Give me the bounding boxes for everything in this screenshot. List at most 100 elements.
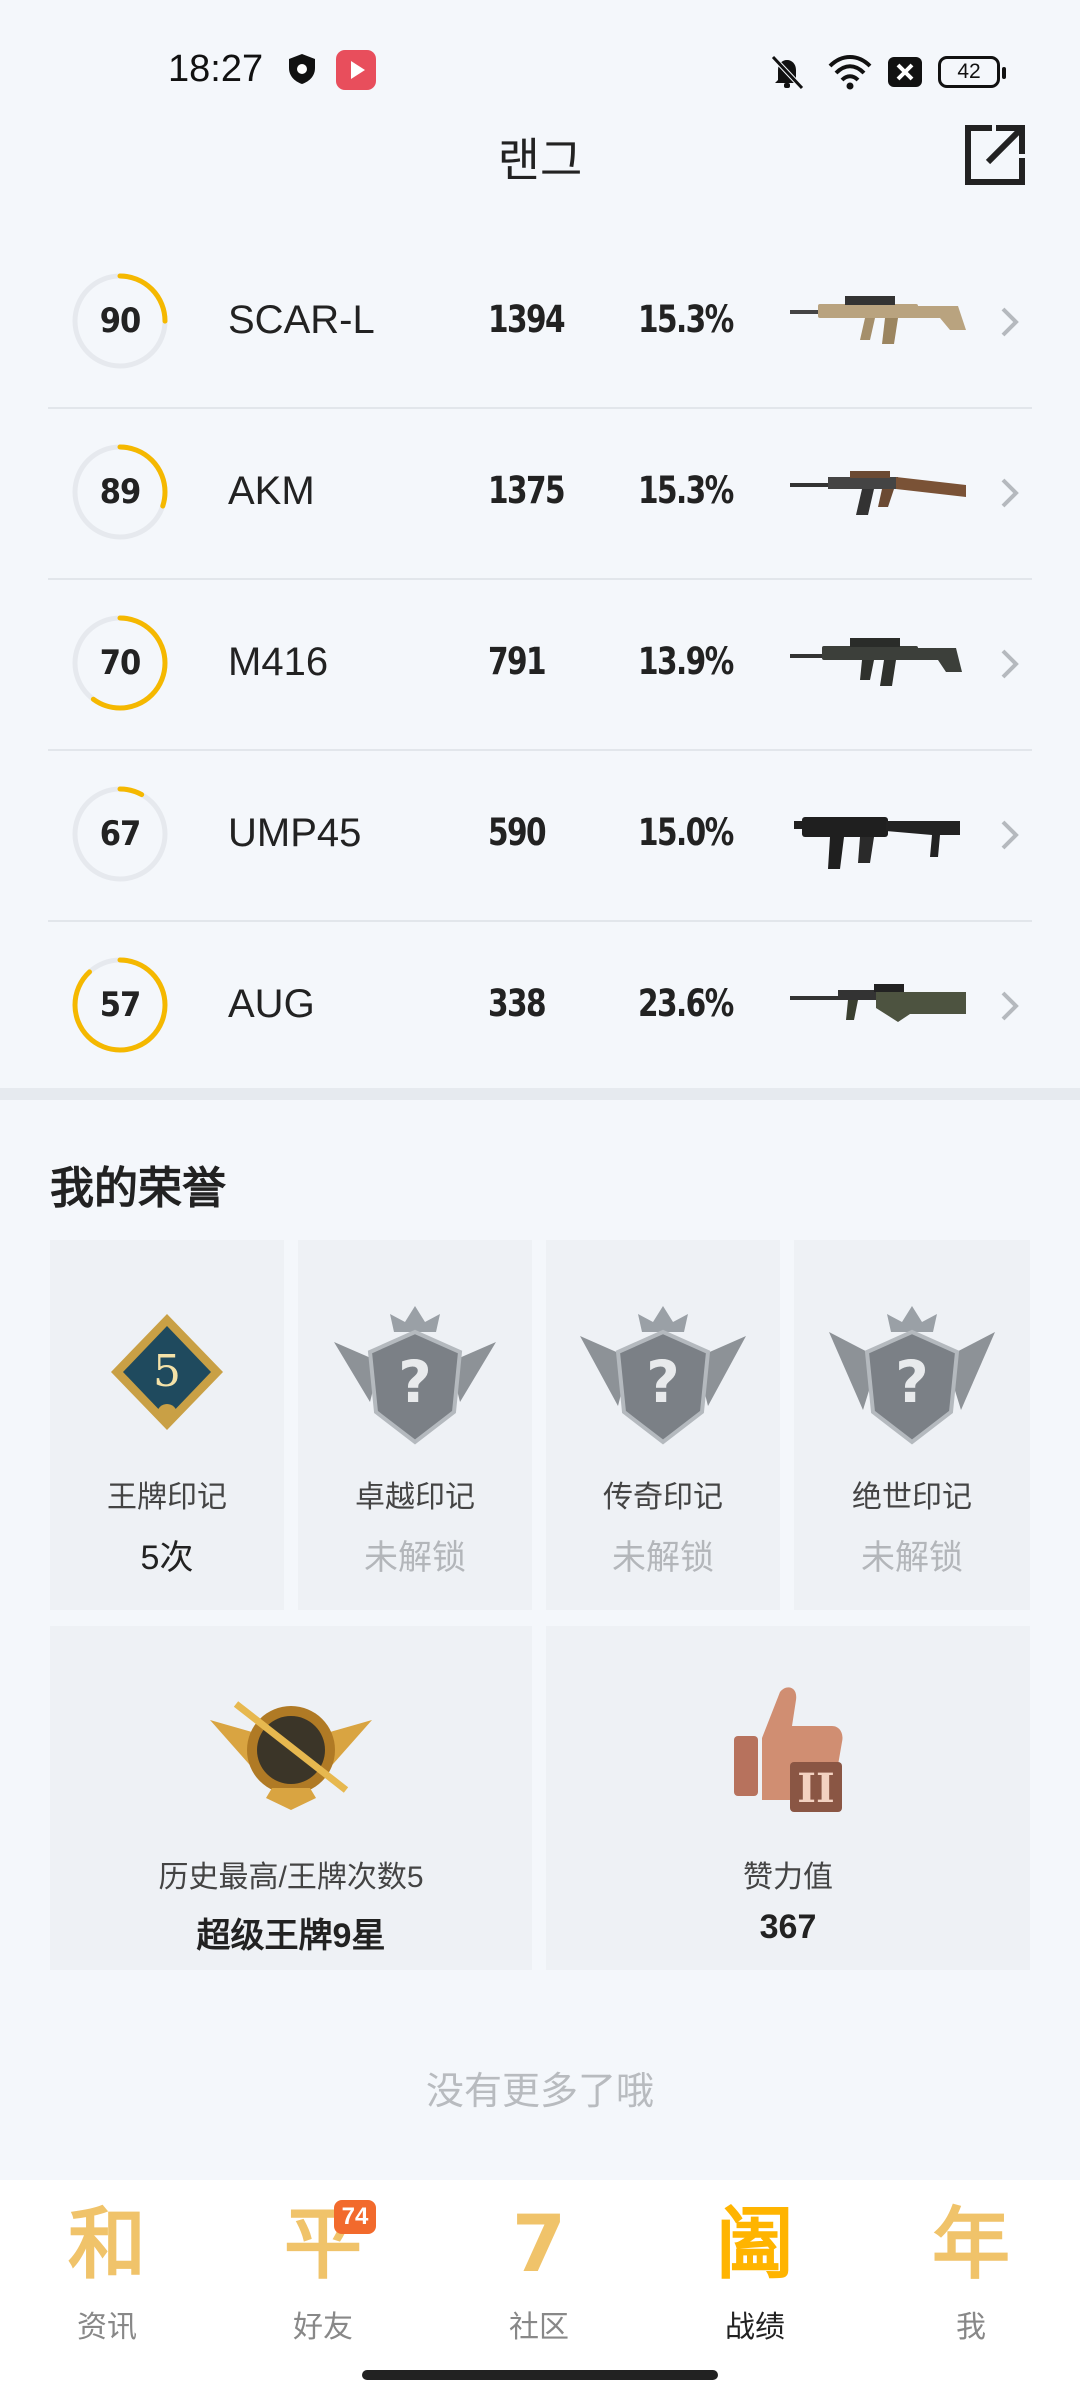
locked-badge-icon: ? <box>334 1306 496 1445</box>
nav-item-community[interactable]: 7 社区 <box>464 2200 614 2360</box>
weapon-row-scar-l[interactable]: 90 SCAR-L 1394 15.3% <box>48 238 1032 409</box>
honor-label: 绝世印记 <box>852 1481 972 1514</box>
chevron-right-icon <box>1001 649 1019 679</box>
svg-text:?: ? <box>895 1348 929 1416</box>
weapon-kill-count: 1375 <box>488 469 566 512</box>
shield-app-icon <box>289 54 315 84</box>
honor-value: 未解锁 <box>364 1539 466 1577</box>
nav-label: 战绩 <box>725 2311 785 2344</box>
honor-card-highest-rank[interactable]: 历史最高/王牌次数5 超级王牌9星 <box>50 1626 532 1970</box>
video-app-icon <box>336 50 376 90</box>
weapon-score: 70 <box>99 643 142 683</box>
community-nav-icon: 7 <box>511 2200 567 2290</box>
score-ring: 89 <box>70 442 170 542</box>
weapon-name: AKM <box>228 469 315 513</box>
honor-value: 未解锁 <box>612 1539 714 1577</box>
svg-text:?: ? <box>398 1348 432 1416</box>
honor-value: 5次 <box>140 1539 194 1577</box>
honor-label: 王牌印记 <box>107 1481 227 1514</box>
honor-label: 卓越印记 <box>355 1481 475 1514</box>
super-ace-rank-icon <box>210 1701 372 1810</box>
ace-mark-badge-number: 5 <box>153 1346 181 1397</box>
home-indicator[interactable] <box>362 2370 718 2380</box>
weapon-kill-count: 338 <box>488 982 547 1025</box>
honor-label: 历史最高/王牌次数5 <box>158 1861 424 1894</box>
locked-badge-icon: ? <box>829 1306 995 1445</box>
notification-x-icon <box>888 57 922 87</box>
honor-value: 367 <box>759 1908 817 1946</box>
honor-card-legend-mark[interactable]: ? 传奇印记 未解锁 <box>546 1240 780 1610</box>
weapon-score: 67 <box>99 814 142 854</box>
honors-title: 我的荣誉 <box>50 1164 226 1213</box>
page-title: 랜그 <box>497 134 583 186</box>
aug-rifle-icon <box>790 984 966 1022</box>
chevron-right-icon <box>1001 478 1019 508</box>
nav-label: 社区 <box>509 2311 569 2344</box>
nav-label: 我 <box>956 2311 986 2344</box>
battery-indicator: 42 <box>938 56 1006 88</box>
weapon-kill-count: 590 <box>488 811 547 854</box>
weapon-list: 90 SCAR-L 1394 15.3% 89 AKM 1375 15.3% 7… <box>0 238 1080 1093</box>
scar-l-rifle-icon <box>790 296 966 344</box>
akm-rifle-icon <box>790 471 966 515</box>
score-ring: 57 <box>70 955 170 1055</box>
chevron-right-icon <box>1001 307 1019 337</box>
wifi-icon <box>828 55 872 90</box>
nav-item-news[interactable]: 和 资讯 <box>32 2200 182 2360</box>
nav-item-friends[interactable]: 平 74 好友 <box>248 2200 398 2360</box>
me-nav-icon: 年 <box>931 2200 1010 2290</box>
honor-value: 超级王牌9星 <box>196 1917 386 1955</box>
honor-value: 未解锁 <box>861 1539 963 1577</box>
weapon-name: AUG <box>228 982 315 1026</box>
score-ring: 67 <box>70 784 170 884</box>
status-bar: 18:27 42 <box>0 0 1080 140</box>
nav-item-me[interactable]: 年 我 <box>896 2200 1046 2360</box>
chevron-right-icon <box>1001 820 1019 850</box>
share-button[interactable] <box>962 122 1028 188</box>
weapon-rate: 23.6% <box>638 982 734 1025</box>
honor-card-likes[interactable]: II 赞力值 367 <box>546 1626 1030 1970</box>
svg-text:II: II <box>797 1765 834 1812</box>
status-time: 18:27 <box>168 48 264 90</box>
nav-label: 好友 <box>293 2311 353 2344</box>
thumbs-up-icon: II <box>734 1687 843 1812</box>
honor-card-excellence-mark[interactable]: ? 卓越印记 未解锁 <box>298 1240 532 1610</box>
locked-badge-icon: ? <box>580 1306 746 1445</box>
svg-text:?: ? <box>646 1348 680 1416</box>
honor-card-ace-mark[interactable]: 5 王牌印记 5次 <box>50 1240 284 1610</box>
ump45-smg-icon <box>794 817 960 869</box>
weapon-score: 57 <box>99 985 142 1025</box>
honor-label: 赞力值 <box>743 1861 833 1894</box>
weapon-row-akm[interactable]: 89 AKM 1375 15.3% <box>48 409 1032 580</box>
weapon-row-m416[interactable]: 70 M416 791 13.9% <box>48 580 1032 751</box>
bell-muted-icon <box>771 55 804 90</box>
weapon-kill-count: 1394 <box>488 298 566 341</box>
score-ring: 90 <box>70 271 170 371</box>
weapon-row-ump45[interactable]: 67 UMP45 590 15.0% <box>48 751 1032 922</box>
weapon-name: UMP45 <box>228 811 362 855</box>
weapon-rate: 15.3% <box>638 298 734 341</box>
score-ring: 70 <box>70 613 170 713</box>
weapon-rate: 13.9% <box>638 640 734 683</box>
section-divider <box>0 1088 1080 1100</box>
news-nav-icon: 和 <box>67 2200 146 2290</box>
chevron-right-icon <box>1001 991 1019 1021</box>
weapon-rate: 15.0% <box>638 811 734 854</box>
nav-label: 资讯 <box>77 2311 137 2344</box>
bottom-nav: 和 资讯 平 74 好友 7 社区 阖 战绩 年 我 <box>0 2180 1080 2400</box>
weapon-name: M416 <box>228 640 329 684</box>
weapon-rate: 15.3% <box>638 469 734 512</box>
weapon-score: 89 <box>99 472 142 512</box>
weapon-kill-count: 791 <box>488 640 547 683</box>
weapon-score: 90 <box>99 301 142 341</box>
weapon-name: SCAR-L <box>228 298 375 342</box>
friends-count-badge: 74 <box>334 2200 376 2234</box>
nav-item-records[interactable]: 阖 战绩 <box>680 2200 830 2360</box>
honor-label: 传奇印记 <box>603 1481 723 1514</box>
m416-rifle-icon <box>790 638 962 686</box>
records-nav-icon: 阖 <box>715 2200 794 2290</box>
ace-mark-badge-icon: 5 <box>111 1314 223 1430</box>
no-more-text: 没有更多了哦 <box>425 2071 654 2113</box>
weapon-row-aug[interactable]: 57 AUG 338 23.6% <box>48 922 1032 1093</box>
honor-card-peerless-mark[interactable]: ? 绝世印记 未解锁 <box>794 1240 1030 1610</box>
